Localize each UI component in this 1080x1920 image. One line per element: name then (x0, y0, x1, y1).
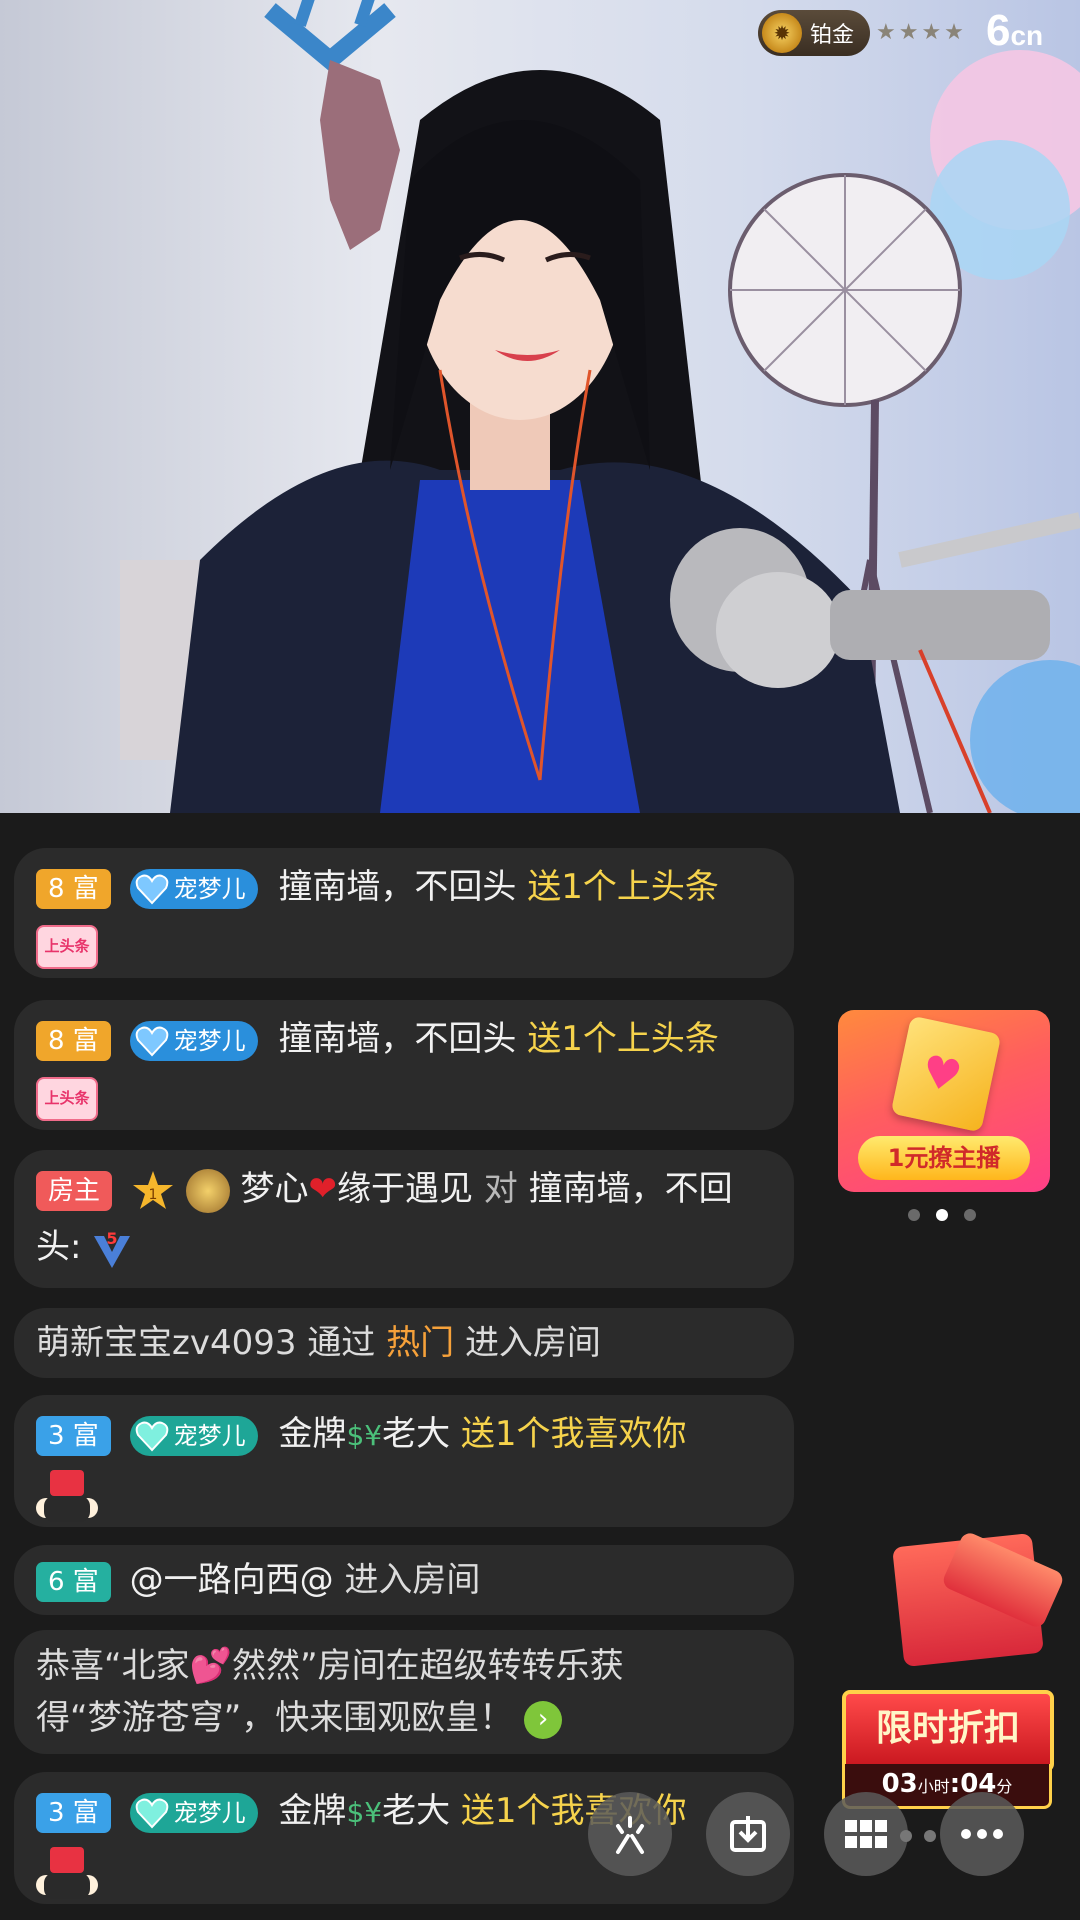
heart-icon (135, 1798, 168, 1828)
chat-message[interactable]: 3 富 宠梦儿 金牌$¥老大 送1个我喜欢你 (14, 1772, 794, 1904)
gift-icon: 上头条 (36, 1076, 98, 1121)
chat-message[interactable]: 3 富 宠梦儿 金牌$¥老大 送1个我喜欢你 (14, 1395, 794, 1527)
chat-message[interactable]: 6 富 @一路向西@ 进入房间 (14, 1545, 794, 1615)
heart-icon (135, 874, 168, 904)
wealth-level-badge: 8 富 (36, 1020, 111, 1061)
grid-menu-button[interactable] (824, 1792, 908, 1876)
announcement-text: 恭喜“北家 (36, 1646, 190, 1686)
pet-badge: 宠梦儿 (129, 1415, 258, 1456)
grid-icon (845, 1820, 887, 1848)
gift-text: 送1个上头条 (527, 867, 719, 907)
wealth-level-badge: 6 富 (36, 1561, 111, 1602)
streamer-scene (120, 0, 1080, 813)
heart-icon (135, 1421, 168, 1451)
wealth-level-badge: 3 富 (36, 1792, 111, 1833)
pager-dot (900, 1830, 912, 1842)
chat-username-suffix[interactable]: 缘于遇见 (337, 1169, 473, 1209)
discount-title: 限时折扣 (842, 1690, 1054, 1772)
gift-text: 送1个我喜欢你 (460, 1414, 687, 1454)
chat-username[interactable]: 金牌 (278, 1791, 346, 1831)
chat-message[interactable]: 房主 1 梦心❤缘于遇见 对 撞南墙，不回头: 5 (14, 1150, 794, 1288)
medal-icon (185, 1168, 230, 1213)
gift-text: 送1个上头条 (527, 1019, 719, 1059)
chat-message[interactable]: 萌新宝宝zv4093 通过 热门 进入房间 (14, 1308, 794, 1378)
chat-username[interactable]: 撞南墙，不回头 (278, 1019, 516, 1059)
promo-label: 1元撩主播 (858, 1136, 1030, 1180)
chat-username[interactable]: 撞南墙，不回头 (278, 867, 516, 907)
more-icon (961, 1829, 1003, 1839)
go-arrow-button[interactable]: › (524, 1700, 563, 1739)
svg-text:1: 1 (148, 1187, 157, 1203)
heart-icon (135, 1026, 168, 1056)
heart-card-icon: ♥ (890, 1015, 1002, 1133)
v-level-icon: 5 (94, 1229, 131, 1268)
chat-username-suffix[interactable]: 老大 (382, 1791, 450, 1831)
pager-dot (908, 1209, 920, 1221)
star-level-icon: 1 (132, 1170, 173, 1209)
promo-pager[interactable] (908, 1206, 992, 1225)
chat-username-suffix[interactable]: 老大 (382, 1414, 450, 1454)
host-badge: 房主 (36, 1170, 113, 1211)
enter-room-text: 进入房间 (344, 1560, 481, 1600)
currency-icon: $¥ (346, 1419, 383, 1452)
more-button[interactable] (940, 1792, 1024, 1876)
medal-icon: ✹ (762, 13, 802, 53)
limited-discount-widget[interactable]: 限时折扣 03小时:04分 (838, 1530, 1066, 1810)
to-word: 对 (483, 1169, 518, 1209)
pet-badge: 宠梦儿 (129, 1020, 258, 1061)
announcement-text: 得“梦游苍穹”，快来围观欧皇！ (36, 1698, 514, 1738)
share-icon (616, 1816, 644, 1854)
pager-dot (964, 1209, 976, 1221)
via-word: 通过 (307, 1323, 376, 1363)
gift-icon: 上头条 (36, 924, 98, 969)
chat-username[interactable]: 金牌 (278, 1414, 346, 1454)
system-announcement[interactable]: 恭喜“北家💕然然”房间在超级转转乐获 得“梦游苍穹”，快来围观欧皇！ › (14, 1630, 794, 1754)
heart-emoji-icon: ❤ (308, 1169, 337, 1209)
wealth-level-badge: 8 富 (36, 868, 111, 909)
pet-badge: 宠梦儿 (129, 1792, 258, 1833)
gift-icon (36, 1469, 98, 1522)
pet-badge: 宠梦儿 (129, 868, 258, 909)
chat-username[interactable]: @一路向西@ (130, 1560, 334, 1600)
enter-room-text: 进入房间 (464, 1323, 601, 1363)
pager-dot-active (936, 1209, 948, 1221)
pager-dot (924, 1830, 936, 1842)
download-icon (730, 1816, 766, 1852)
download-button[interactable] (706, 1792, 790, 1876)
announcement-text: 然然”房间在超级转转乐获 (231, 1646, 624, 1686)
chat-message[interactable]: 8 富 宠梦儿 撞南墙，不回头 送1个上头条 上头条 (14, 1000, 794, 1130)
share-button[interactable] (588, 1792, 672, 1876)
badge-label: 铂金 (810, 23, 855, 48)
live-video[interactable]: ✹ 铂金 ★★★★ 6cn (0, 0, 1080, 813)
site-logo: 6cn (986, 6, 1044, 55)
hearts-emoji-icon: 💕 (189, 1646, 232, 1686)
platinum-badge[interactable]: ✹ 铂金 (758, 10, 870, 56)
svg-text:5: 5 (107, 1229, 118, 1248)
wealth-level-badge: 3 富 (36, 1415, 111, 1456)
chat-username[interactable]: 梦心 (240, 1169, 308, 1209)
star-rating: ★★★★ (876, 20, 967, 45)
promo-banner[interactable]: ♥ 1元撩主播 (838, 1010, 1050, 1192)
chat-message[interactable]: 8 富 宠梦儿 撞南墙，不回头 送1个上头条 上头条 (14, 848, 794, 978)
source-label: 热门 (386, 1323, 455, 1363)
currency-icon: $¥ (346, 1796, 383, 1829)
chat-username[interactable]: 萌新宝宝zv4093 (36, 1323, 297, 1363)
gift-icon (36, 1846, 98, 1899)
